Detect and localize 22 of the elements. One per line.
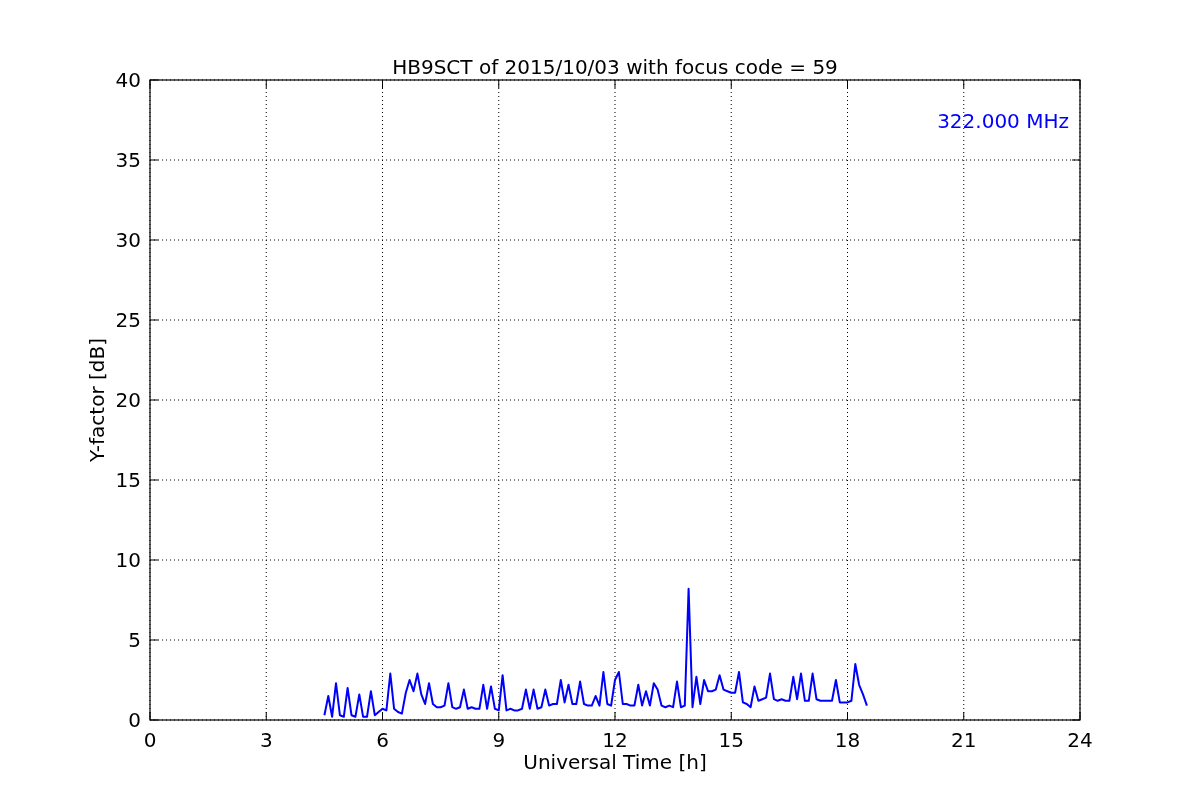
x-tick-label: 0 [143, 728, 157, 752]
series-label: 322.000 MHz [937, 109, 1069, 133]
x-tick-label: 9 [492, 728, 506, 752]
x-tick-label: 15 [718, 728, 744, 752]
y-tick-label: 0 [128, 708, 141, 732]
y-tick-label: 20 [115, 388, 141, 412]
x-tick-label: 24 [1067, 728, 1093, 752]
x-tick-label: 12 [602, 728, 628, 752]
y-tick-label: 40 [115, 68, 141, 92]
y-tick-label: 25 [115, 308, 141, 332]
y-tick-label: 5 [128, 628, 141, 652]
y-axis-label: Y-factor [dB] [85, 338, 109, 462]
x-tick-label: 21 [951, 728, 977, 752]
chart-title: HB9SCT of 2015/10/03 with focus code = 59 [392, 55, 838, 79]
x-axis-label: Universal Time [h] [523, 750, 707, 774]
x-tick-label: 6 [376, 728, 389, 752]
y-tick-label: 15 [115, 468, 141, 492]
y-tick-label: 30 [115, 228, 141, 252]
x-tick-label: 18 [834, 728, 861, 752]
y-tick-label: 35 [115, 148, 141, 172]
x-tick-label: 3 [259, 728, 273, 752]
y-tick-label: 10 [115, 548, 141, 572]
